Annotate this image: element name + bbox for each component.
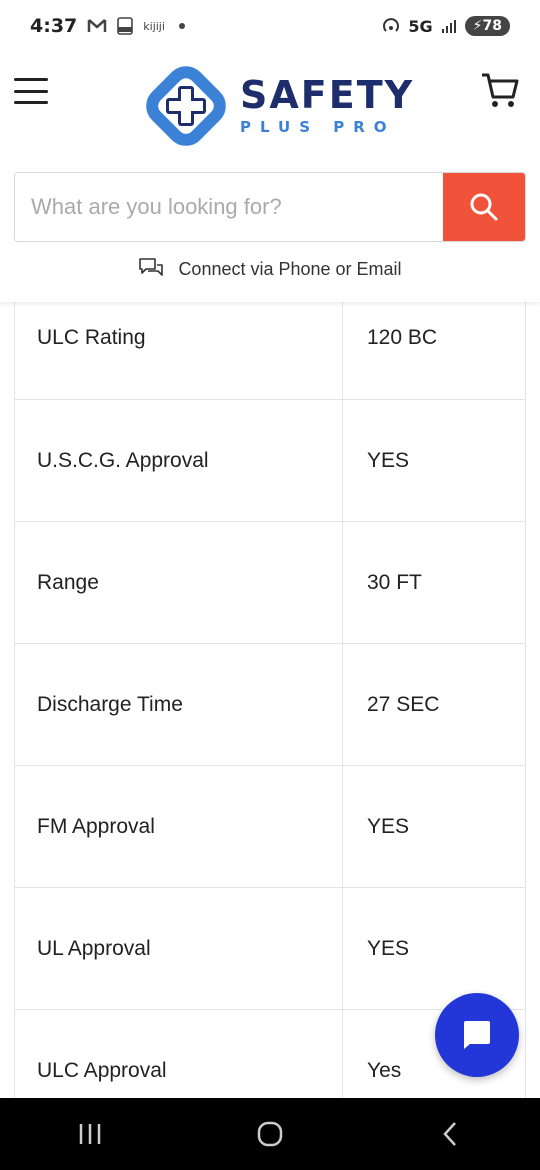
signal-icon xyxy=(441,20,456,33)
spec-value: YES xyxy=(367,814,410,838)
logo-cross-icon xyxy=(146,66,226,146)
android-nav-bar xyxy=(0,1098,540,1170)
site-header: SAFETY PLUS PRO Connect via Phone or Ema… xyxy=(0,52,540,302)
site-logo[interactable]: SAFETY PLUS PRO xyxy=(144,64,414,148)
search-bar xyxy=(14,172,526,242)
status-time: 4:37 xyxy=(30,15,78,37)
spec-label: UL Approval xyxy=(15,888,343,1009)
spec-label: FM Approval xyxy=(15,766,343,887)
status-bar: 4:37 kijiji 5G ⚡78 xyxy=(0,0,540,52)
spec-label: Range xyxy=(15,522,343,643)
chat-bubbles-icon xyxy=(139,258,164,276)
spec-value: YES xyxy=(367,448,410,472)
notification-kijiji: kijiji xyxy=(143,19,165,33)
hotspot-icon xyxy=(383,18,400,32)
spec-label: Discharge Time xyxy=(15,644,343,765)
spec-value: 30 FT xyxy=(367,570,422,594)
connect-link[interactable]: Connect via Phone or Email xyxy=(0,257,540,281)
battery-indicator: ⚡78 xyxy=(464,16,510,36)
pdf-icon xyxy=(117,17,134,35)
logo-subtitle: PLUS PRO xyxy=(240,118,396,136)
spec-label: U.S.C.G. Approval xyxy=(15,400,343,521)
back-icon[interactable] xyxy=(435,1119,465,1149)
notification-dot-icon xyxy=(178,23,185,29)
connect-label: Connect via Phone or Email xyxy=(178,258,402,279)
table-row: Discharge Time 27 SEC xyxy=(15,644,525,766)
search-button[interactable] xyxy=(443,173,525,241)
hamburger-menu-icon[interactable] xyxy=(14,78,48,104)
chat-button[interactable] xyxy=(435,993,519,1077)
cart-icon[interactable] xyxy=(480,70,520,110)
spec-value: 27 SEC xyxy=(367,692,440,716)
table-row: FM Approval YES xyxy=(15,766,525,888)
table-row: Range 30 FT xyxy=(15,522,525,644)
network-type: 5G xyxy=(408,16,433,36)
table-row: U.S.C.G. Approval YES xyxy=(15,400,525,522)
chat-icon xyxy=(464,1021,490,1049)
gmail-icon xyxy=(88,19,107,32)
table-row: UL Approval YES xyxy=(15,888,525,1010)
battery-level: 78 xyxy=(482,18,502,34)
recent-apps-icon[interactable] xyxy=(75,1120,105,1148)
search-icon xyxy=(470,193,498,221)
home-icon[interactable] xyxy=(255,1119,285,1149)
spec-value: YES xyxy=(367,936,410,960)
logo-name: SAFETY xyxy=(240,73,415,117)
search-input[interactable] xyxy=(15,173,443,241)
